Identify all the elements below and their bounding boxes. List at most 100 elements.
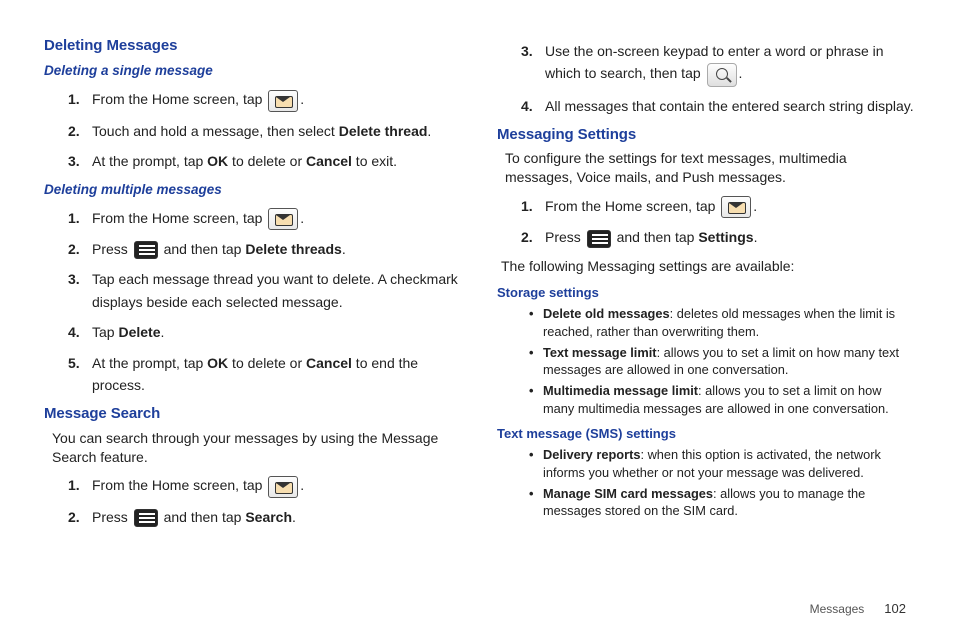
step-number: 1. [68, 88, 80, 110]
bold: Multimedia message limit [543, 383, 698, 398]
left-column: Deleting Messages Deleting a single mess… [44, 32, 461, 536]
list-message-search-cont: 3. Use the on-screen keypad to enter a w… [521, 40, 914, 117]
heading-storage-settings: Storage settings [497, 284, 914, 302]
text: . [161, 324, 165, 340]
menu-icon [134, 509, 158, 527]
step-number: 3. [68, 268, 80, 290]
list-messaging-settings: 1. From the Home screen, tap . 2. Press … [521, 195, 914, 249]
list-deleting-multiple: 1. From the Home screen, tap . 2. Press … [68, 207, 461, 397]
list-deleting-single: 1. From the Home screen, tap . 2. Touch … [68, 88, 461, 172]
text: . [754, 229, 758, 245]
text: . [292, 509, 296, 525]
text: . [753, 198, 757, 214]
text: to delete or [228, 153, 306, 169]
step-number: 1. [68, 207, 80, 229]
list-message-search: 1. From the Home screen, tap . 2. Press … [68, 474, 461, 528]
messaging-icon [268, 90, 298, 112]
bold: Delivery reports [543, 447, 640, 462]
bullet: Text message limit: allows you to set a … [529, 344, 914, 379]
bold: OK [207, 355, 228, 371]
step: 3. At the prompt, tap OK to delete or Ca… [68, 150, 461, 172]
bullet: Delete old messages: deletes old message… [529, 305, 914, 340]
footer-page-number: 102 [884, 600, 906, 618]
bold: Delete thread [339, 123, 428, 139]
step: 3. Use the on-screen keypad to enter a w… [521, 40, 914, 87]
search-icon [707, 63, 737, 87]
paragraph: The following Messaging settings are ava… [501, 257, 914, 276]
text: At the prompt, tap [92, 153, 207, 169]
step: 2. Touch and hold a message, then select… [68, 120, 461, 142]
step: 5. At the prompt, tap OK to delete or Ca… [68, 352, 461, 397]
bullet: Delivery reports: when this option is ac… [529, 446, 914, 481]
text: From the Home screen, tap [92, 477, 266, 493]
text: and then tap [160, 241, 246, 257]
heading-sms-settings: Text message (SMS) settings [497, 425, 914, 443]
text: Press [92, 509, 132, 525]
step: 2. Press and then tap Delete threads. [68, 238, 461, 260]
text: From the Home screen, tap [92, 210, 266, 226]
menu-icon [134, 241, 158, 259]
text: . [300, 91, 304, 107]
menu-icon [587, 230, 611, 248]
list-storage-settings: Delete old messages: deletes old message… [529, 305, 914, 417]
text: Tap each message thread you want to dele… [92, 271, 458, 309]
paragraph: To configure the settings for text messa… [505, 149, 914, 187]
text: From the Home screen, tap [545, 198, 719, 214]
step: 3. Tap each message thread you want to d… [68, 268, 461, 313]
step-number: 2. [521, 226, 533, 248]
messaging-icon [268, 208, 298, 230]
text: At the prompt, tap [92, 355, 207, 371]
text: Touch and hold a message, then select [92, 123, 339, 139]
step-number: 4. [68, 321, 80, 343]
bold: Text message limit [543, 345, 657, 360]
step: 2. Press and then tap Settings. [521, 226, 914, 248]
step-number: 5. [68, 352, 80, 374]
right-column: 3. Use the on-screen keypad to enter a w… [497, 32, 914, 536]
step: 1. From the Home screen, tap . [68, 207, 461, 230]
heading-deleting-multiple: Deleting multiple messages [44, 181, 461, 199]
step-number: 1. [68, 474, 80, 496]
bullet: Multimedia message limit: allows you to … [529, 382, 914, 417]
bold: Delete threads [245, 241, 341, 257]
bold: Settings [698, 229, 753, 245]
step: 2. Press and then tap Search. [68, 506, 461, 528]
text: . [739, 65, 743, 81]
text: . [427, 123, 431, 139]
text: . [300, 210, 304, 226]
list-sms-settings: Delivery reports: when this option is ac… [529, 446, 914, 519]
text: Press [92, 241, 132, 257]
text: Tap [92, 324, 118, 340]
heading-message-search: Message Search [44, 404, 461, 424]
heading-deleting-single: Deleting a single message [44, 62, 461, 80]
step: 1. From the Home screen, tap . [68, 474, 461, 497]
step-number: 2. [68, 120, 80, 142]
bullet: Manage SIM card messages: allows you to … [529, 485, 914, 520]
bold: Cancel [306, 355, 352, 371]
text: All messages that contain the entered se… [545, 98, 914, 114]
text: and then tap [613, 229, 699, 245]
bold: Cancel [306, 153, 352, 169]
text: to delete or [228, 355, 306, 371]
messaging-icon [268, 476, 298, 498]
heading-deleting-messages: Deleting Messages [44, 36, 461, 56]
bold: Manage SIM card messages [543, 486, 713, 501]
page-columns: Deleting Messages Deleting a single mess… [44, 32, 914, 536]
step: 1. From the Home screen, tap . [521, 195, 914, 218]
step-number: 4. [521, 95, 533, 117]
step-number: 2. [68, 506, 80, 528]
heading-messaging-settings: Messaging Settings [497, 125, 914, 145]
step-number: 3. [68, 150, 80, 172]
step-number: 3. [521, 40, 533, 62]
text: to exit. [352, 153, 397, 169]
step: 4. Tap Delete. [68, 321, 461, 343]
text: From the Home screen, tap [92, 91, 266, 107]
text: Press [545, 229, 585, 245]
step: 4. All messages that contain the entered… [521, 95, 914, 117]
bold: Delete [118, 324, 160, 340]
page-footer: Messages 102 [810, 600, 906, 618]
paragraph: You can search through your messages by … [52, 429, 461, 467]
bold: OK [207, 153, 228, 169]
footer-section: Messages [810, 601, 865, 617]
step-number: 1. [521, 195, 533, 217]
text: . [300, 477, 304, 493]
